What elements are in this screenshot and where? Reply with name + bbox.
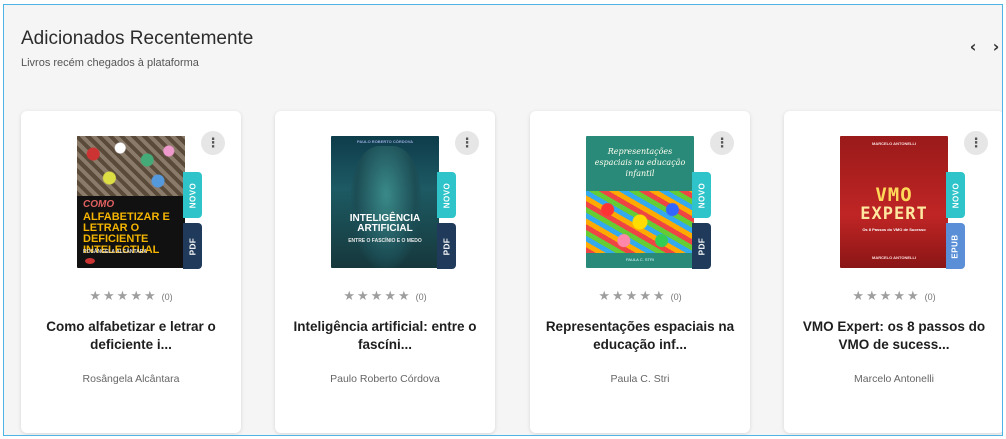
more-options-icon[interactable]: ⋮	[455, 131, 479, 155]
rating-count: (0)	[924, 292, 936, 302]
book-author: Paulo Roberto Córdova	[330, 373, 440, 385]
format-badge: PDF	[692, 223, 711, 269]
book-card[interactable]: Representações espaciais na educação inf…	[530, 111, 750, 433]
book-card[interactable]: MARCELO ANTONELLI VMO EXPERT Os 8 Passos…	[784, 111, 1002, 433]
more-options-icon[interactable]: ⋮	[710, 131, 734, 155]
new-badge: NOVO	[437, 172, 456, 218]
cover-text: ROSÂNGELA ALCÂNTARA	[83, 249, 147, 255]
new-badge: NOVO	[692, 172, 711, 218]
cover-text: EXPERT	[860, 204, 928, 224]
book-author: Marcelo Antonelli	[854, 373, 934, 385]
cover-text: PAULO ROBERTO CÓRDOVA	[356, 139, 413, 144]
chevron-left-icon[interactable]: ‹	[964, 37, 982, 56]
rating-stars: ★★★★★ (0)	[852, 289, 936, 304]
book-cover[interactable]: PAULO ROBERTO CÓRDOVA INTELIGÊNCIA ARTIF…	[331, 136, 439, 268]
rating-stars: ★★★★★ (0)	[598, 289, 682, 304]
recently-added-section: Adicionados Recentemente Livros recém ch…	[3, 4, 1003, 436]
cover-text: Os 8 Passos do VMO de Sucesso	[862, 227, 926, 232]
rating-stars: ★★★★★ (0)	[89, 289, 173, 304]
cover-text: Representações espaciais na educação inf…	[594, 147, 686, 178]
rating-stars: ★★★★★ (0)	[343, 289, 427, 304]
cover-text: PAULA C. STRI	[626, 257, 654, 262]
format-badge: PDF	[437, 223, 456, 269]
rating-count: (0)	[161, 292, 173, 302]
format-badge: PDF	[183, 223, 202, 269]
rating-count: (0)	[670, 292, 682, 302]
chevron-right-icon[interactable]: ›	[987, 37, 1002, 56]
more-options-icon[interactable]: ⋮	[964, 131, 988, 155]
more-options-icon[interactable]: ⋮	[201, 131, 225, 155]
book-cover[interactable]: MARCELO ANTONELLI VMO EXPERT Os 8 Passos…	[840, 136, 948, 268]
new-badge: NOVO	[183, 172, 202, 218]
book-title[interactable]: Representações espaciais na educação inf…	[542, 318, 738, 354]
publisher-logo	[85, 258, 95, 264]
cover-text: MARCELO ANTONELLI	[872, 141, 916, 146]
section-title: Adicionados Recentemente	[21, 28, 254, 49]
book-card[interactable]: PAULO ROBERTO CÓRDOVA INTELIGÊNCIA ARTIF…	[275, 111, 495, 433]
book-title[interactable]: Inteligência artificial: entre o fascíni…	[287, 318, 483, 354]
cover-text: VMO	[875, 184, 913, 206]
book-cover[interactable]: COMO ALFABETIZAR E LETRAR O DEFICIENTE I…	[77, 136, 185, 268]
book-title[interactable]: Como alfabetizar e letrar o deficiente i…	[33, 318, 229, 354]
format-badge: EPUB	[946, 223, 965, 269]
book-card[interactable]: COMO ALFABETIZAR E LETRAR O DEFICIENTE I…	[21, 111, 241, 433]
book-author: Rosângela Alcântara	[82, 373, 180, 385]
book-title[interactable]: VMO Expert: os 8 passos do VMO de sucess…	[796, 318, 992, 354]
cover-text: ENTRE O FASCÍNIO E O MEDO	[348, 238, 422, 244]
rating-count: (0)	[415, 292, 427, 302]
cover-text: MARCELO ANTONELLI	[872, 255, 916, 260]
book-cover[interactable]: Representações espaciais na educação inf…	[586, 136, 694, 268]
book-author: Paula C. Stri	[610, 373, 670, 385]
cover-text: INTELIGÊNCIA ARTIFICIAL	[349, 213, 421, 234]
cover-text: COMO	[83, 199, 115, 210]
section-subtitle: Livros recém chegados à plataforma	[21, 57, 199, 69]
new-badge: NOVO	[946, 172, 965, 218]
